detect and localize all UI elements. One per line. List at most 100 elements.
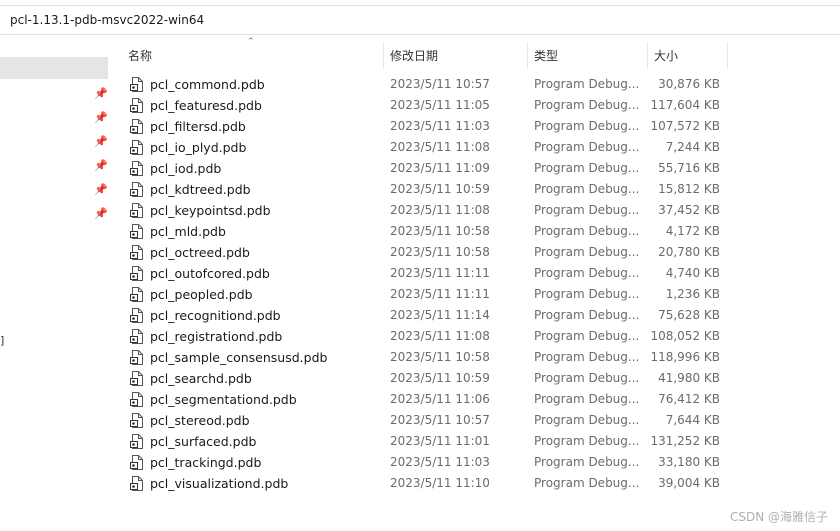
file-row[interactable]: pcl_octreed.pdb 2023/5/11 10:58 Program De… bbox=[110, 242, 840, 263]
file-modified-date: 2023/5/11 10:59 bbox=[390, 371, 490, 385]
pdb-file-icon bbox=[130, 203, 144, 218]
file-modified-date: 2023/5/11 11:14 bbox=[390, 308, 490, 322]
file-size: 108,052 KB bbox=[650, 329, 720, 343]
file-size: 75,628 KB bbox=[658, 308, 720, 322]
file-row[interactable]: pcl_filtersd.pdb 2023/5/11 11:03 Program D… bbox=[110, 116, 840, 137]
file-modified-date: 2023/5/11 11:08 bbox=[390, 203, 490, 217]
file-name[interactable]: pcl_keypointsd.pdb bbox=[150, 203, 271, 218]
column-header-row: ⌃ 名称 修改日期 类型 大小 bbox=[110, 37, 840, 70]
file-name[interactable]: pcl_mld.pdb bbox=[150, 224, 226, 239]
pin-icon[interactable]: 📌 bbox=[94, 207, 108, 221]
file-type: Program Debug... bbox=[534, 350, 640, 364]
file-row[interactable]: pcl_registrationd.pdb 2023/5/11 11:08 Prog… bbox=[110, 326, 840, 347]
file-name[interactable]: pcl_featuresd.pdb bbox=[150, 98, 262, 113]
file-modified-date: 2023/5/11 11:11 bbox=[390, 287, 490, 301]
pdb-file-icon bbox=[130, 371, 144, 386]
file-name[interactable]: pcl_iod.pdb bbox=[150, 161, 221, 176]
file-row[interactable]: pcl_segmentationd.pdb 2023/5/11 11:06 Prog… bbox=[110, 389, 840, 410]
file-modified-date: 2023/5/11 11:03 bbox=[390, 119, 490, 133]
file-type: Program Debug... bbox=[534, 308, 640, 322]
pdb-file-icon bbox=[130, 413, 144, 428]
file-row[interactable]: pcl_io_plyd.pdb 2023/5/11 11:08 Program De… bbox=[110, 137, 840, 158]
address-path[interactable]: pcl-1.13.1-pdb-msvc2022-win64 bbox=[10, 13, 204, 27]
file-name[interactable]: pcl_surfaced.pdb bbox=[150, 434, 256, 449]
file-size: 7,244 KB bbox=[665, 140, 720, 154]
file-modified-date: 2023/5/11 10:57 bbox=[390, 413, 490, 427]
file-modified-date: 2023/5/11 11:08 bbox=[390, 140, 490, 154]
file-row[interactable]: pcl_searchd.pdb 2023/5/11 10:59 Program De… bbox=[110, 368, 840, 389]
file-name[interactable]: pcl_recognitiond.pdb bbox=[150, 308, 281, 323]
file-name[interactable]: pcl_kdtreed.pdb bbox=[150, 182, 251, 197]
file-name[interactable]: pcl_outofcored.pdb bbox=[150, 266, 270, 281]
file-row[interactable]: pcl_surfaced.pdb 2023/5/11 11:01 Program D… bbox=[110, 431, 840, 452]
column-divider[interactable] bbox=[383, 42, 384, 68]
column-header-size[interactable]: 大小 bbox=[654, 47, 678, 64]
file-row[interactable]: pcl_featuresd.pdb 2023/5/11 11:05 Program … bbox=[110, 95, 840, 116]
file-size: 107,572 KB bbox=[650, 119, 720, 133]
file-name[interactable]: pcl_io_plyd.pdb bbox=[150, 140, 246, 155]
file-row[interactable]: pcl_keypointsd.pdb 2023/5/11 11:08 Program… bbox=[110, 200, 840, 221]
file-modified-date: 2023/5/11 11:10 bbox=[390, 476, 490, 490]
nav-selected-item[interactable] bbox=[0, 57, 108, 79]
file-size: 117,604 KB bbox=[650, 98, 720, 112]
column-header-type[interactable]: 类型 bbox=[534, 47, 558, 64]
file-name[interactable]: pcl_visualizationd.pdb bbox=[150, 476, 288, 491]
file-type: Program Debug... bbox=[534, 140, 640, 154]
column-divider[interactable] bbox=[527, 42, 528, 68]
file-modified-date: 2023/5/11 10:58 bbox=[390, 350, 490, 364]
file-type: Program Debug... bbox=[534, 287, 640, 301]
column-divider[interactable] bbox=[727, 42, 728, 68]
file-name[interactable]: pcl_filtersd.pdb bbox=[150, 119, 246, 134]
file-name[interactable]: pcl_sample_consensusd.pdb bbox=[150, 350, 327, 365]
file-size: 131,252 KB bbox=[650, 434, 720, 448]
pin-icon[interactable]: 📌 bbox=[94, 87, 108, 101]
file-row[interactable]: pcl_stereod.pdb 2023/5/11 10:57 Program De… bbox=[110, 410, 840, 431]
file-row[interactable]: pcl_trackingd.pdb 2023/5/11 11:03 Program … bbox=[110, 452, 840, 473]
file-name[interactable]: pcl_searchd.pdb bbox=[150, 371, 252, 386]
address-bar[interactable]: pcl-1.13.1-pdb-msvc2022-win64 bbox=[0, 5, 840, 35]
pdb-file-icon bbox=[130, 392, 144, 407]
file-size: 15,812 KB bbox=[658, 182, 720, 196]
file-name[interactable]: pcl_stereod.pdb bbox=[150, 413, 250, 428]
file-type: Program Debug... bbox=[534, 413, 640, 427]
file-row[interactable]: pcl_peopled.pdb 2023/5/11 11:11 Program De… bbox=[110, 284, 840, 305]
file-type: Program Debug... bbox=[534, 476, 640, 490]
file-name[interactable]: pcl_trackingd.pdb bbox=[150, 455, 261, 470]
file-modified-date: 2023/5/11 11:01 bbox=[390, 434, 490, 448]
file-type: Program Debug... bbox=[534, 455, 640, 469]
pdb-file-icon bbox=[130, 224, 144, 239]
file-modified-date: 2023/5/11 11:06 bbox=[390, 392, 490, 406]
file-name[interactable]: pcl_peopled.pdb bbox=[150, 287, 253, 302]
pin-icon[interactable]: 📌 bbox=[94, 111, 108, 125]
file-name[interactable]: pcl_registrationd.pdb bbox=[150, 329, 282, 344]
file-size: 55,716 KB bbox=[658, 161, 720, 175]
file-type: Program Debug... bbox=[534, 224, 640, 238]
file-type: Program Debug... bbox=[534, 371, 640, 385]
column-header-date[interactable]: 修改日期 bbox=[390, 47, 438, 64]
pdb-file-icon bbox=[130, 287, 144, 302]
column-divider[interactable] bbox=[647, 42, 648, 68]
file-row[interactable]: pcl_sample_consensusd.pdb 2023/5/11 10:58… bbox=[110, 347, 840, 368]
file-name[interactable]: pcl_commond.pdb bbox=[150, 77, 265, 92]
pin-icon[interactable]: 📌 bbox=[94, 135, 108, 149]
file-row[interactable]: pcl_kdtreed.pdb 2023/5/11 10:59 Program De… bbox=[110, 179, 840, 200]
file-name[interactable]: pcl_octreed.pdb bbox=[150, 245, 250, 260]
pdb-file-icon bbox=[130, 476, 144, 491]
file-row[interactable]: pcl_recognitiond.pdb 2023/5/11 11:14 Progr… bbox=[110, 305, 840, 326]
file-type: Program Debug... bbox=[534, 392, 640, 406]
file-size: 41,980 KB bbox=[658, 371, 720, 385]
file-type: Program Debug... bbox=[534, 203, 640, 217]
file-modified-date: 2023/5/11 11:09 bbox=[390, 161, 490, 175]
pin-icon[interactable]: 📌 bbox=[94, 183, 108, 197]
pdb-file-icon bbox=[130, 98, 144, 113]
file-row[interactable]: pcl_mld.pdb 2023/5/11 10:58 Program Debug.… bbox=[110, 221, 840, 242]
file-row[interactable]: pcl_commond.pdb 2023/5/11 10:57 Program De… bbox=[110, 74, 840, 95]
file-row[interactable]: pcl_outofcored.pdb 2023/5/11 11:11 Program… bbox=[110, 263, 840, 284]
column-header-name[interactable]: 名称 bbox=[128, 47, 152, 64]
file-name[interactable]: pcl_segmentationd.pdb bbox=[150, 392, 297, 407]
pin-icon[interactable]: 📌 bbox=[94, 159, 108, 173]
file-row[interactable]: pcl_iod.pdb 2023/5/11 11:09 Program Debug.… bbox=[110, 158, 840, 179]
file-modified-date: 2023/5/11 10:58 bbox=[390, 224, 490, 238]
sort-ascending-icon: ⌃ bbox=[247, 37, 255, 47]
file-row[interactable]: pcl_visualizationd.pdb 2023/5/11 11:10 Pro… bbox=[110, 473, 840, 494]
